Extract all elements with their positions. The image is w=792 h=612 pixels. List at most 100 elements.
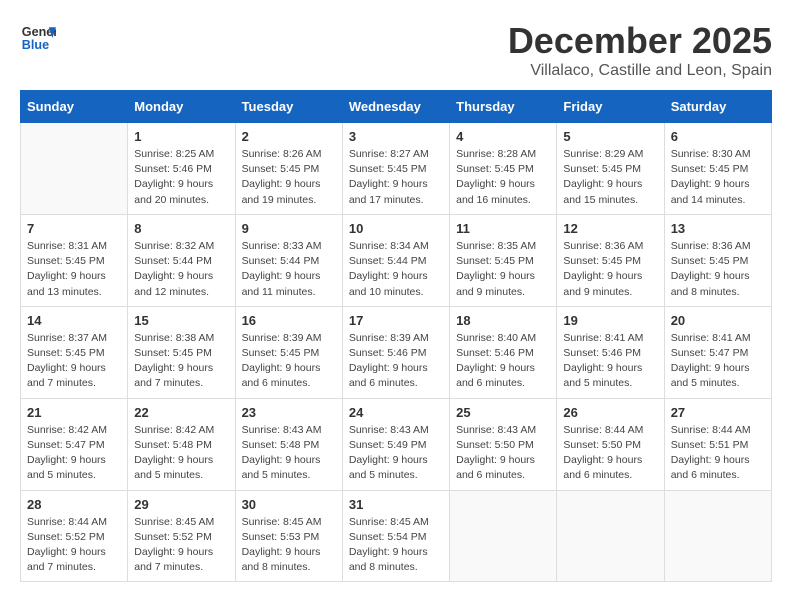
day-number: 2 — [242, 129, 336, 144]
day-info: Sunrise: 8:42 AM Sunset: 5:48 PM Dayligh… — [134, 423, 228, 484]
day-number: 21 — [27, 405, 121, 420]
calendar-cell: 1 Sunrise: 8:25 AM Sunset: 5:46 PM Daylig… — [128, 123, 235, 215]
day-info: Sunrise: 8:39 AM Sunset: 5:46 PM Dayligh… — [349, 331, 443, 392]
day-info: Sunrise: 8:31 AM Sunset: 5:45 PM Dayligh… — [27, 239, 121, 300]
day-info: Sunrise: 8:44 AM Sunset: 5:51 PM Dayligh… — [671, 423, 765, 484]
day-number: 30 — [242, 497, 336, 512]
calendar-cell: 2 Sunrise: 8:26 AM Sunset: 5:45 PM Daylig… — [235, 123, 342, 215]
calendar-week-row: 21 Sunrise: 8:42 AM Sunset: 5:47 PM Dayli… — [21, 398, 772, 490]
day-number: 9 — [242, 221, 336, 236]
month-title: December 2025 — [508, 20, 772, 62]
calendar-cell: 14 Sunrise: 8:37 AM Sunset: 5:45 PM Dayli… — [21, 306, 128, 398]
logo-icon: General Blue — [20, 20, 56, 56]
day-number: 23 — [242, 405, 336, 420]
day-info: Sunrise: 8:26 AM Sunset: 5:45 PM Dayligh… — [242, 147, 336, 208]
calendar-cell: 6Sunrise: 8:30 AM Sunset: 5:45 PM Daylig… — [664, 123, 771, 215]
day-info: Sunrise: 8:25 AM Sunset: 5:46 PM Dayligh… — [134, 147, 228, 208]
calendar-cell: 11 Sunrise: 8:35 AM Sunset: 5:45 PM Dayli… — [450, 214, 557, 306]
day-number: 11 — [456, 221, 550, 236]
calendar-cell: 27 Sunrise: 8:44 AM Sunset: 5:51 PM Dayli… — [664, 398, 771, 490]
day-info: Sunrise: 8:37 AM Sunset: 5:45 PM Dayligh… — [27, 331, 121, 392]
calendar-cell — [557, 490, 664, 582]
day-number: 27 — [671, 405, 765, 420]
weekday-header-wednesday: Wednesday — [342, 91, 449, 123]
day-info: Sunrise: 8:30 AM Sunset: 5:45 PM Dayligh… — [671, 147, 765, 208]
calendar-cell: 21 Sunrise: 8:42 AM Sunset: 5:47 PM Dayli… — [21, 398, 128, 490]
calendar-cell — [664, 490, 771, 582]
day-info: Sunrise: 8:44 AM Sunset: 5:52 PM Dayligh… — [27, 515, 121, 576]
calendar-cell: 28Sunrise: 8:44 AM Sunset: 5:52 PM Dayli… — [21, 490, 128, 582]
calendar-cell: 4 Sunrise: 8:28 AM Sunset: 5:45 PM Daylig… — [450, 123, 557, 215]
day-info: Sunrise: 8:43 AM Sunset: 5:48 PM Dayligh… — [242, 423, 336, 484]
calendar-cell: 19 Sunrise: 8:41 AM Sunset: 5:46 PM Dayli… — [557, 306, 664, 398]
day-info: Sunrise: 8:43 AM Sunset: 5:49 PM Dayligh… — [349, 423, 443, 484]
day-info: Sunrise: 8:45 AM Sunset: 5:52 PM Dayligh… — [134, 515, 228, 576]
calendar-cell: 3 Sunrise: 8:27 AM Sunset: 5:45 PM Daylig… — [342, 123, 449, 215]
day-info: Sunrise: 8:41 AM Sunset: 5:46 PM Dayligh… — [563, 331, 657, 392]
weekday-header-sunday: Sunday — [21, 91, 128, 123]
day-number: 14 — [27, 313, 121, 328]
day-number: 1 — [134, 129, 228, 144]
day-number: 4 — [456, 129, 550, 144]
calendar-cell: 24Sunrise: 8:43 AM Sunset: 5:49 PM Dayli… — [342, 398, 449, 490]
day-number: 31 — [349, 497, 443, 512]
calendar-week-row: 14 Sunrise: 8:37 AM Sunset: 5:45 PM Dayli… — [21, 306, 772, 398]
calendar-cell — [21, 123, 128, 215]
day-number: 19 — [563, 313, 657, 328]
page-header: General Blue December 2025 Villalaco, Ca… — [20, 20, 772, 80]
calendar-cell: 9Sunrise: 8:33 AM Sunset: 5:44 PM Daylig… — [235, 214, 342, 306]
calendar-cell: 30 Sunrise: 8:45 AM Sunset: 5:53 PM Dayli… — [235, 490, 342, 582]
calendar-cell: 5 Sunrise: 8:29 AM Sunset: 5:45 PM Daylig… — [557, 123, 664, 215]
day-number: 16 — [242, 313, 336, 328]
logo: General Blue — [20, 20, 56, 56]
calendar-cell: 26Sunrise: 8:44 AM Sunset: 5:50 PM Dayli… — [557, 398, 664, 490]
calendar-cell: 16Sunrise: 8:39 AM Sunset: 5:45 PM Dayli… — [235, 306, 342, 398]
day-info: Sunrise: 8:28 AM Sunset: 5:45 PM Dayligh… — [456, 147, 550, 208]
weekday-header-tuesday: Tuesday — [235, 91, 342, 123]
day-number: 13 — [671, 221, 765, 236]
location-title: Villalaco, Castille and Leon, Spain — [508, 62, 772, 80]
day-number: 5 — [563, 129, 657, 144]
day-number: 10 — [349, 221, 443, 236]
calendar-cell: 31 Sunrise: 8:45 AM Sunset: 5:54 PM Dayli… — [342, 490, 449, 582]
calendar-cell: 22 Sunrise: 8:42 AM Sunset: 5:48 PM Dayli… — [128, 398, 235, 490]
calendar-cell: 7 Sunrise: 8:31 AM Sunset: 5:45 PM Daylig… — [21, 214, 128, 306]
calendar-table: SundayMondayTuesdayWednesdayThursdayFrid… — [20, 90, 772, 582]
weekday-header-monday: Monday — [128, 91, 235, 123]
weekday-header-thursday: Thursday — [450, 91, 557, 123]
day-number: 25 — [456, 405, 550, 420]
day-number: 20 — [671, 313, 765, 328]
day-number: 12 — [563, 221, 657, 236]
day-number: 17 — [349, 313, 443, 328]
calendar-cell: 23 Sunrise: 8:43 AM Sunset: 5:48 PM Dayli… — [235, 398, 342, 490]
day-number: 8 — [134, 221, 228, 236]
day-info: Sunrise: 8:36 AM Sunset: 5:45 PM Dayligh… — [563, 239, 657, 300]
day-info: Sunrise: 8:42 AM Sunset: 5:47 PM Dayligh… — [27, 423, 121, 484]
calendar-cell — [450, 490, 557, 582]
calendar-week-row: 1 Sunrise: 8:25 AM Sunset: 5:46 PM Daylig… — [21, 123, 772, 215]
title-section: December 2025 Villalaco, Castille and Le… — [508, 20, 772, 80]
calendar-cell: 8Sunrise: 8:32 AM Sunset: 5:44 PM Daylig… — [128, 214, 235, 306]
day-number: 26 — [563, 405, 657, 420]
day-info: Sunrise: 8:29 AM Sunset: 5:45 PM Dayligh… — [563, 147, 657, 208]
day-info: Sunrise: 8:40 AM Sunset: 5:46 PM Dayligh… — [456, 331, 550, 392]
calendar-cell: 25Sunrise: 8:43 AM Sunset: 5:50 PM Dayli… — [450, 398, 557, 490]
day-number: 3 — [349, 129, 443, 144]
day-info: Sunrise: 8:41 AM Sunset: 5:47 PM Dayligh… — [671, 331, 765, 392]
calendar-cell: 20 Sunrise: 8:41 AM Sunset: 5:47 PM Dayli… — [664, 306, 771, 398]
day-info: Sunrise: 8:38 AM Sunset: 5:45 PM Dayligh… — [134, 331, 228, 392]
weekday-header-row: SundayMondayTuesdayWednesdayThursdayFrid… — [21, 91, 772, 123]
day-info: Sunrise: 8:35 AM Sunset: 5:45 PM Dayligh… — [456, 239, 550, 300]
day-info: Sunrise: 8:45 AM Sunset: 5:53 PM Dayligh… — [242, 515, 336, 576]
svg-text:Blue: Blue — [22, 38, 49, 52]
day-number: 18 — [456, 313, 550, 328]
weekday-header-friday: Friday — [557, 91, 664, 123]
calendar-cell: 17 Sunrise: 8:39 AM Sunset: 5:46 PM Dayli… — [342, 306, 449, 398]
day-number: 7 — [27, 221, 121, 236]
calendar-cell: 29Sunrise: 8:45 AM Sunset: 5:52 PM Dayli… — [128, 490, 235, 582]
day-info: Sunrise: 8:45 AM Sunset: 5:54 PM Dayligh… — [349, 515, 443, 576]
weekday-header-saturday: Saturday — [664, 91, 771, 123]
day-info: Sunrise: 8:27 AM Sunset: 5:45 PM Dayligh… — [349, 147, 443, 208]
calendar-cell: 13Sunrise: 8:36 AM Sunset: 5:45 PM Dayli… — [664, 214, 771, 306]
day-number: 22 — [134, 405, 228, 420]
